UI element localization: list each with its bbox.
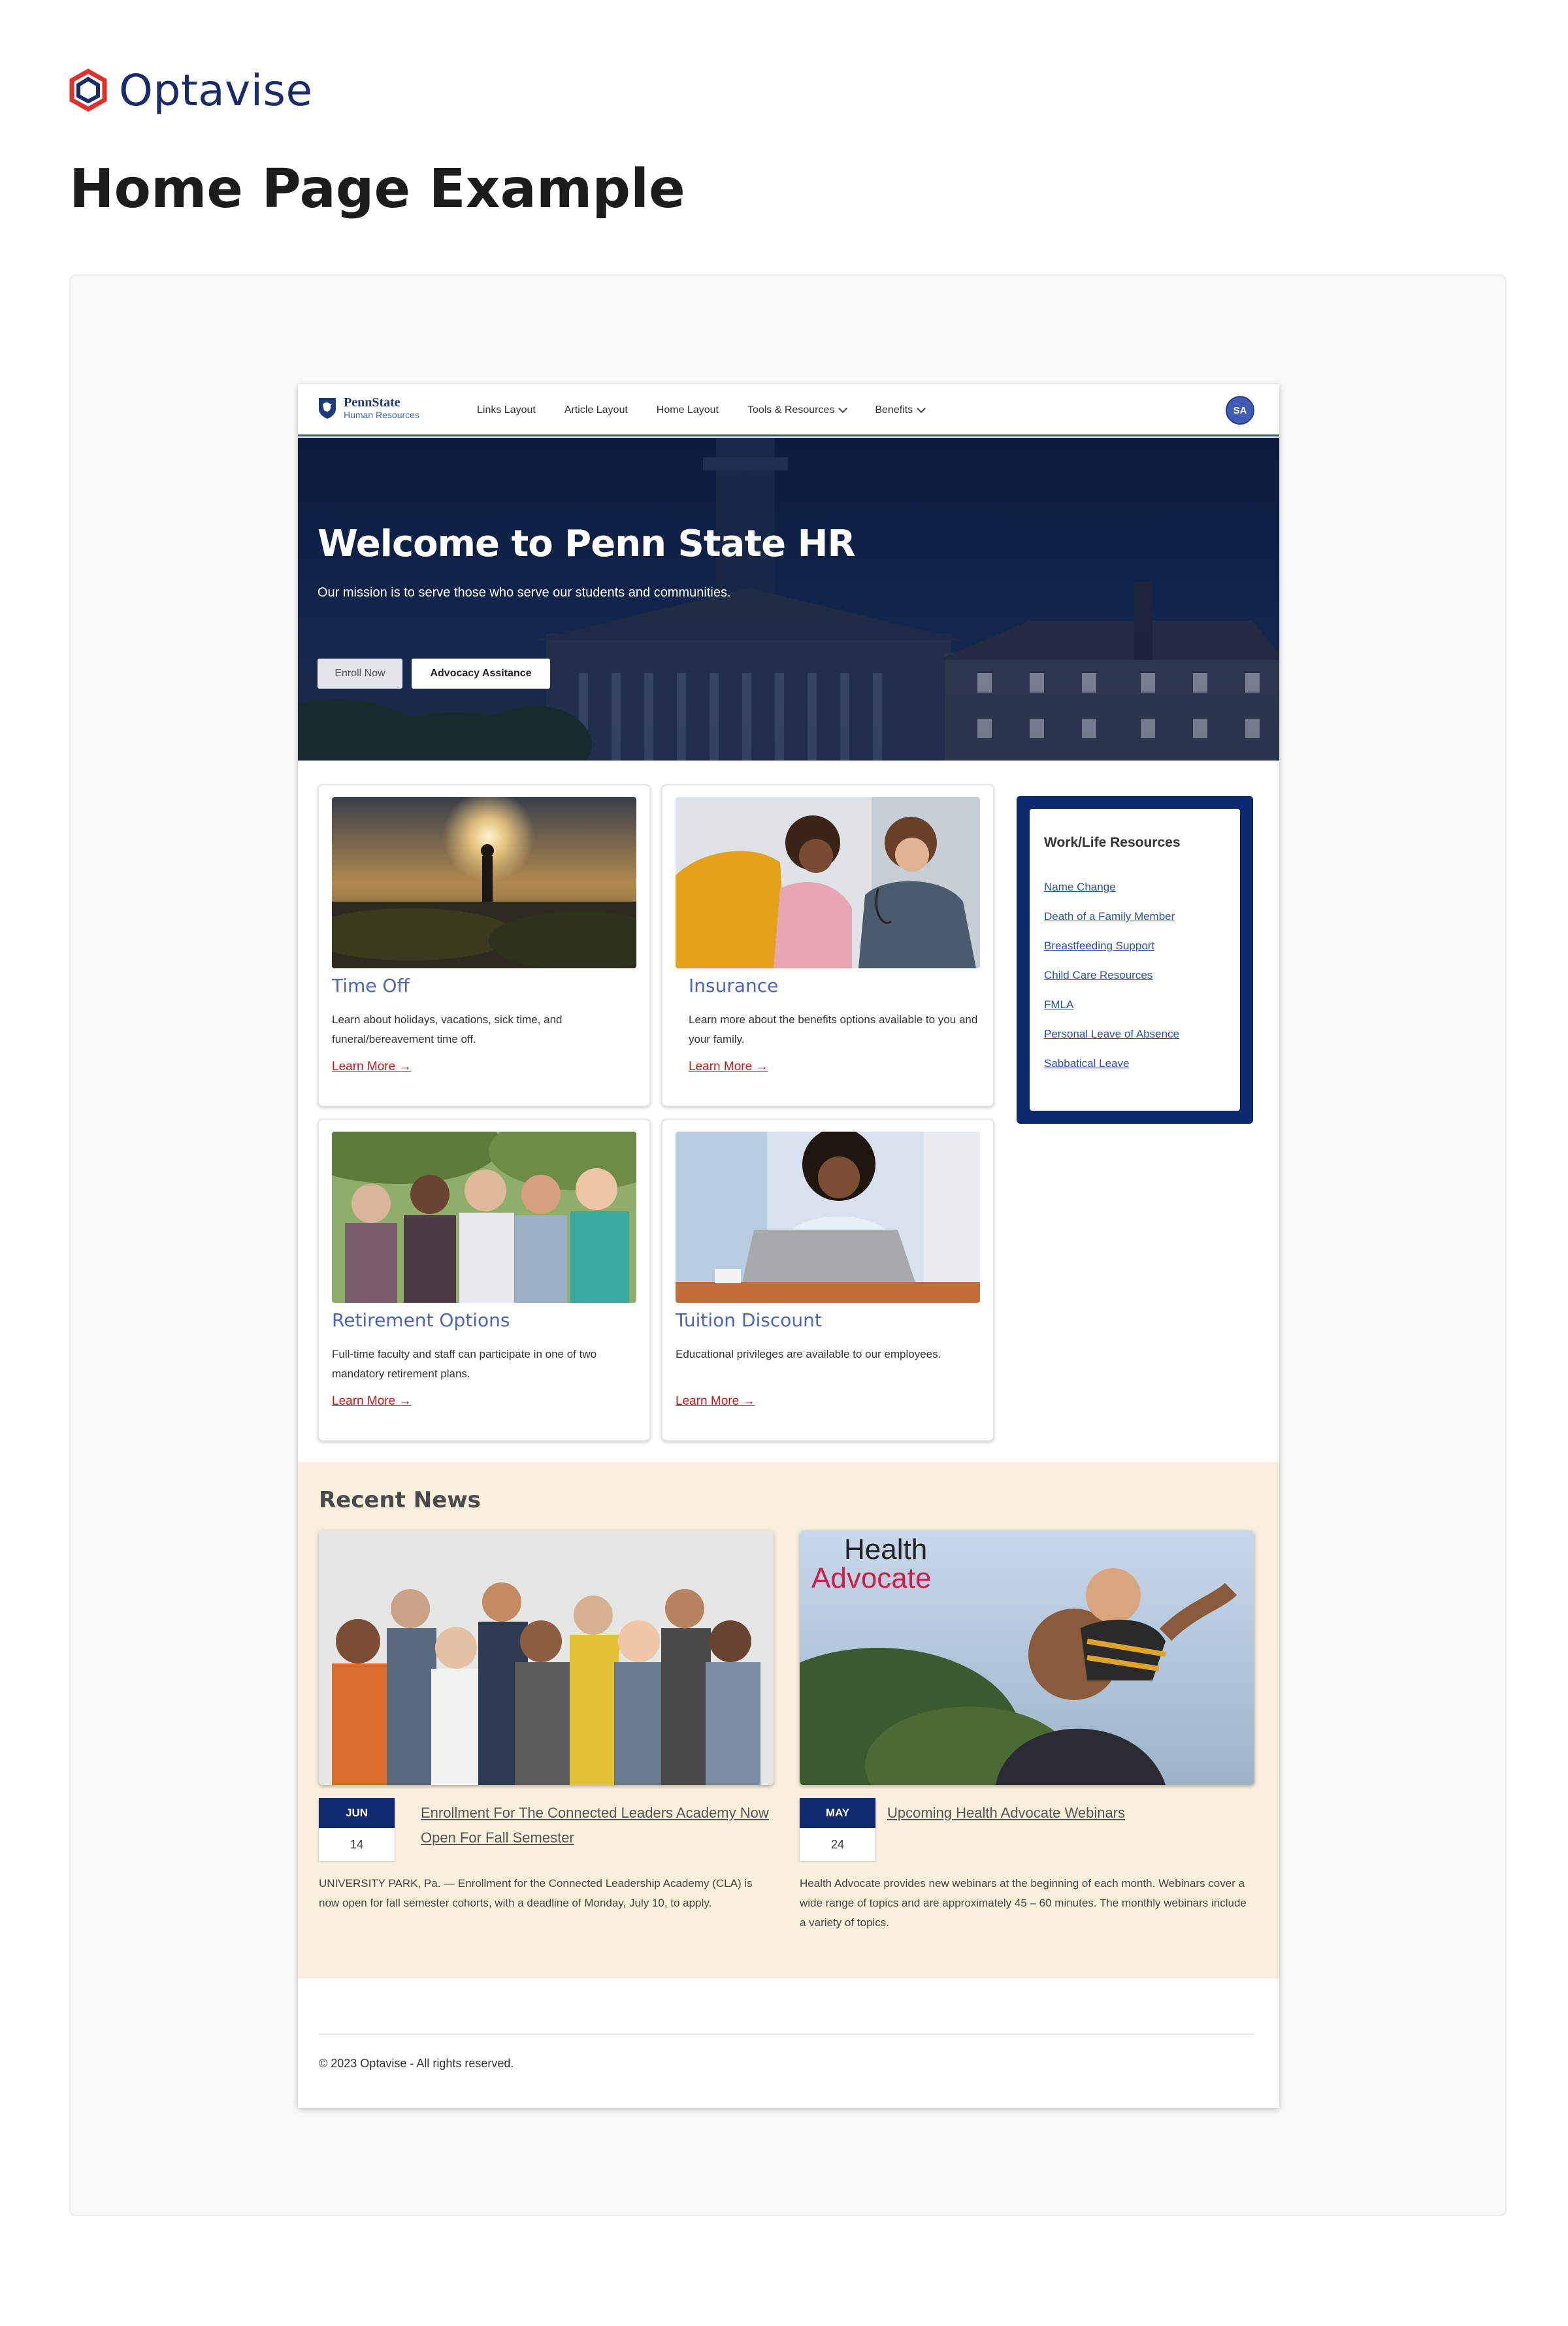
sunset-person-photo: [332, 797, 636, 968]
seniors-group-photo: [332, 1132, 636, 1303]
news-date-badge: JUN 14: [319, 1798, 395, 1861]
health-advocate-image-text: Health Advocate: [811, 1535, 931, 1593]
card-description: Full-time faculty and staff can particip…: [332, 1348, 597, 1380]
news-body: UNIVERSITY PARK, Pa. — Enrollment for th…: [319, 1877, 753, 1909]
optavise-hexagon-icon: [69, 69, 107, 112]
card-description: Educational privileges are available to …: [676, 1348, 941, 1360]
nav-article-layout[interactable]: Article Layout: [564, 404, 628, 416]
group-people-photo[interactable]: [319, 1530, 774, 1785]
work-life-resources-box: Work/Life Resources Name Change Death of…: [1030, 809, 1240, 1111]
sidebar-link-personal-leave[interactable]: Personal Leave of Absence: [1044, 1028, 1179, 1057]
sidebar-link-breastfeeding-support[interactable]: Breastfeeding Support: [1044, 940, 1179, 969]
page-title: Home Page Example: [69, 158, 685, 220]
card-title: Time Off: [332, 975, 410, 996]
card-description: Learn more about the benefits options av…: [689, 1013, 978, 1045]
advocacy-assistance-button[interactable]: Advocacy Assitance: [412, 659, 550, 689]
nav-label: Home Layout: [656, 404, 719, 416]
logo-sub-text: Human Resources: [344, 410, 419, 420]
nav-label: Benefits: [875, 404, 913, 416]
nav-label: Article Layout: [564, 404, 628, 416]
nav-tools-resources[interactable]: Tools & Resources: [747, 404, 848, 416]
chevron-down-icon: [917, 404, 926, 414]
news-title-link[interactable]: Upcoming Health Advocate Webinars: [887, 1801, 1253, 1826]
learn-more-link[interactable]: Learn More →: [689, 1060, 768, 1074]
top-navbar: PennState Human Resources Links Layout A…: [298, 384, 1279, 436]
sidebar-title: Work/Life Resources: [1044, 835, 1181, 850]
nav-label: Tools & Resources: [747, 404, 835, 416]
hero-banner: Welcome to Penn State HR Our mission is …: [298, 438, 1279, 761]
penn-state-shield-icon: [319, 398, 336, 419]
learn-more-link[interactable]: Learn More →: [332, 1394, 411, 1409]
news-date-badge: MAY 24: [800, 1798, 875, 1861]
footer-copyright: © 2023 Optavise - All rights reserved.: [319, 2057, 514, 2070]
work-life-resources-panel: Work/Life Resources Name Change Death of…: [1017, 796, 1253, 1124]
hero-subtitle: Our mission is to serve those who serve …: [318, 585, 731, 600]
news-date-day: 14: [350, 1837, 364, 1851]
hero-title: Welcome to Penn State HR: [318, 523, 856, 565]
optavise-wordmark: Optavise: [119, 65, 313, 116]
card-title: Insurance: [689, 975, 779, 996]
nav-label: Links Layout: [477, 404, 536, 416]
recent-news-section: Recent News JUN 14 Enrollment For The Co…: [298, 1462, 1279, 1978]
news-date-day: 24: [830, 1837, 845, 1851]
news-title-link[interactable]: Enrollment For The Connected Leaders Aca…: [421, 1801, 787, 1850]
student-laptop-photo: [676, 1132, 980, 1303]
site-screenshot: PennState Human Resources Links Layout A…: [298, 384, 1279, 2108]
logo-main-text: PennState: [344, 395, 400, 410]
doctor-child-photo: [676, 797, 980, 968]
nav-links-layout[interactable]: Links Layout: [477, 404, 536, 416]
sidebar-link-name-change[interactable]: Name Change: [1044, 881, 1179, 910]
sidebar-link-death-of-family-member[interactable]: Death of a Family Member: [1044, 910, 1179, 940]
card-tuition-discount: Tuition Discount Educational privileges …: [661, 1119, 994, 1441]
card-title: Retirement Options: [332, 1309, 510, 1331]
learn-more-link[interactable]: Learn More →: [676, 1394, 755, 1409]
chevron-down-icon: [838, 404, 848, 414]
news-body: Health Advocate provides new webinars at…: [800, 1877, 1247, 1929]
card-title: Tuition Discount: [676, 1309, 822, 1331]
news-date-month: MAY: [800, 1798, 875, 1828]
sidebar-links: Name Change Death of a Family Member Bre…: [1044, 881, 1179, 1087]
learn-more-link[interactable]: Learn More →: [332, 1060, 411, 1074]
recent-news-heading: Recent News: [319, 1487, 481, 1513]
user-avatar[interactable]: SA: [1226, 396, 1254, 425]
card-insurance: Insurance Learn more about the benefits …: [661, 784, 994, 1107]
card-description: Learn about holidays, vacations, sick ti…: [332, 1013, 563, 1045]
card-retirement-options: Retirement Options Full-time faculty and…: [318, 1119, 651, 1441]
nav-benefits[interactable]: Benefits: [875, 404, 926, 416]
optavise-logo: Optavise: [69, 65, 313, 116]
enroll-now-button[interactable]: Enroll Now: [318, 659, 402, 689]
nav-links: Links Layout Article Layout Home Layout …: [477, 384, 926, 436]
card-time-off: Time Off Learn about holidays, vacations…: [318, 784, 651, 1107]
footer-divider: [319, 2033, 1254, 2035]
pennstate-hr-logo[interactable]: PennState Human Resources: [318, 396, 419, 419]
advocate-text: Advocate: [811, 1562, 932, 1594]
news-date-month: JUN: [319, 1798, 395, 1828]
sidebar-link-fmla[interactable]: FMLA: [1044, 998, 1179, 1028]
sidebar-link-child-care-resources[interactable]: Child Care Resources: [1044, 969, 1179, 998]
nav-home-layout[interactable]: Home Layout: [657, 404, 719, 416]
health-text: Health: [844, 1533, 928, 1565]
sidebar-link-sabbatical-leave[interactable]: Sabbatical Leave: [1044, 1057, 1179, 1087]
